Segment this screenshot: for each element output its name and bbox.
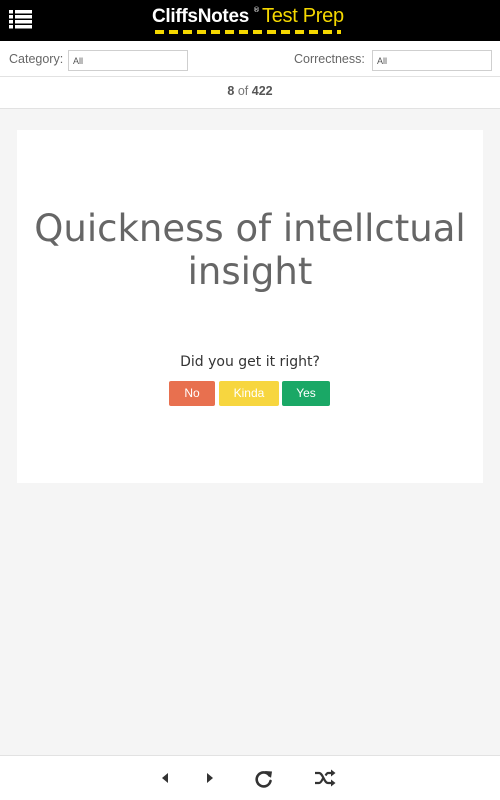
correctness-select[interactable]: All: [372, 50, 492, 71]
app-header: CliffsNotes ® Test Prep: [0, 0, 500, 41]
logo-stripe: [155, 30, 341, 34]
flashcard-term: Quickness of intellctual insight: [34, 207, 466, 293]
flashcard[interactable]: Quickness of intellctual insight Did you…: [17, 130, 483, 483]
self-grade-question: Did you get it right?: [180, 354, 320, 370]
kinda-button[interactable]: Kinda: [219, 381, 279, 406]
correctness-select-value: All: [377, 56, 388, 66]
category-select[interactable]: All: [68, 50, 188, 71]
shuffle-icon[interactable]: [314, 769, 336, 787]
logo-brand-primary: CliffsNotes: [152, 6, 249, 27]
yes-button[interactable]: Yes: [282, 381, 330, 406]
app-logo: CliffsNotes ® Test Prep: [152, 4, 352, 36]
counter-total: 422: [251, 84, 273, 98]
category-label: Category:: [9, 52, 64, 66]
logo-registered-mark: ®: [253, 6, 260, 14]
restart-icon[interactable]: [254, 769, 274, 789]
card-counter: 8 of 422: [0, 77, 500, 109]
counter-separator: of: [237, 84, 249, 98]
bottom-toolbar: [0, 755, 500, 800]
correctness-label: Correctness:: [294, 52, 365, 66]
counter-current: 8: [227, 84, 235, 98]
filter-bar: Category: All Correctness: All: [0, 41, 500, 77]
previous-icon[interactable]: [160, 769, 170, 787]
next-icon[interactable]: [205, 769, 215, 787]
category-select-value: All: [73, 56, 84, 66]
logo-brand-secondary: Test Prep: [262, 5, 344, 27]
list-menu-icon[interactable]: [9, 10, 32, 29]
no-button[interactable]: No: [169, 381, 215, 406]
